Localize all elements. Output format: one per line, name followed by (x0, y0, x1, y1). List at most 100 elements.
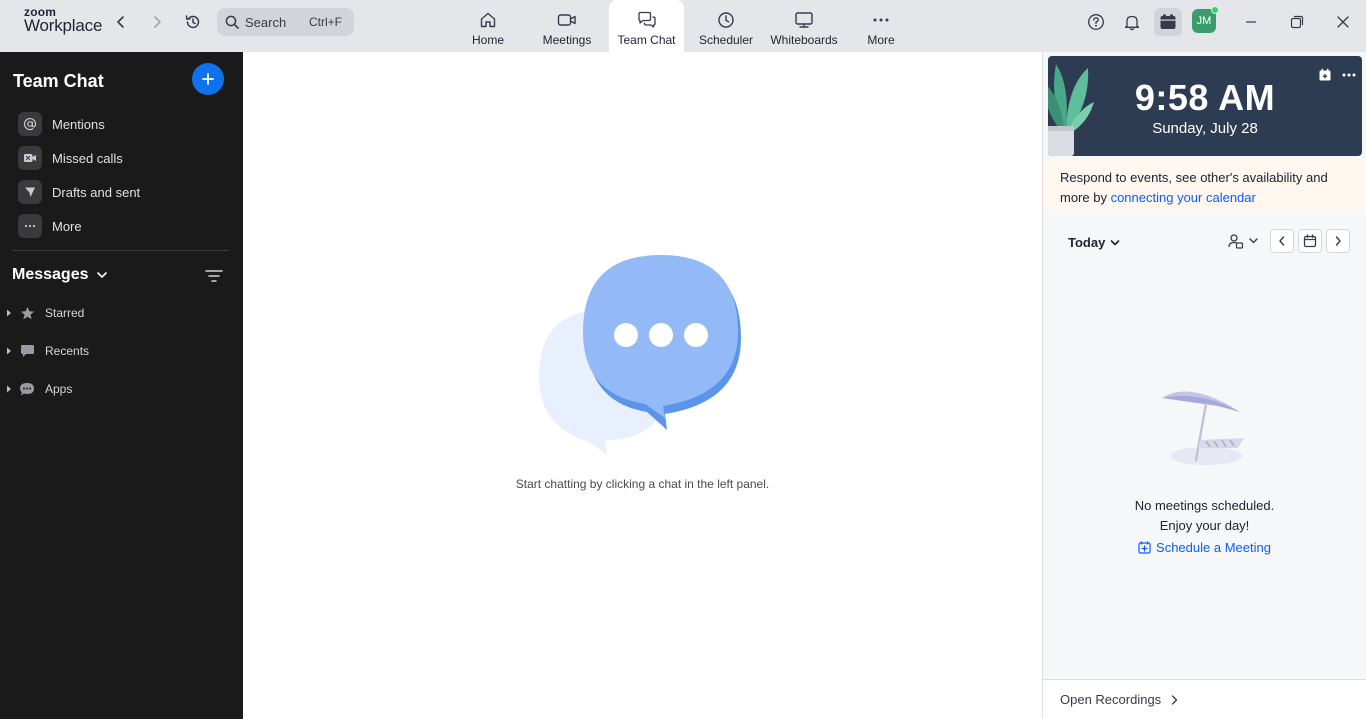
forward-arrow-icon[interactable] (145, 10, 169, 34)
chevron-right-icon (1335, 236, 1341, 246)
video-camera-settings-button[interactable] (1154, 8, 1182, 36)
video-camera-icon (555, 10, 579, 30)
no-meetings-line1: No meetings scheduled. (1134, 498, 1275, 513)
open-recordings-link[interactable]: Open Recordings (1060, 692, 1178, 707)
missed-video-icon (18, 146, 42, 170)
chevron-down-icon (96, 272, 107, 278)
tab-more[interactable]: More (862, 0, 900, 52)
calendar-add-icon (1138, 541, 1151, 554)
tab-team-chat[interactable]: Team Chat (609, 0, 684, 52)
sidebar-title: Team Chat (13, 71, 104, 91)
tree-item-label: Apps (45, 382, 73, 396)
schedule-meeting-link[interactable]: Schedule a Meeting (1043, 540, 1366, 555)
messages-header: Messages (12, 266, 89, 283)
calendar-owner-filter[interactable] (1227, 229, 1259, 253)
tab-team-chat-label: Team Chat (617, 33, 676, 47)
camera-icon (1160, 14, 1176, 29)
sidebar-item-missed-calls[interactable]: Missed calls (18, 146, 123, 170)
tab-meetings[interactable]: Meetings (538, 0, 596, 52)
tab-home-label: Home (471, 33, 504, 47)
filter-icon[interactable] (205, 269, 223, 285)
help-icon[interactable] (1084, 10, 1108, 34)
sidebar-item-label: Drafts and sent (52, 184, 141, 200)
online-status-dot (1211, 6, 1219, 14)
open-recordings-label: Open Recordings (1060, 692, 1162, 707)
tab-home[interactable]: Home (468, 0, 508, 52)
calendar-connect-notice: Respond to events, see other's availabil… (1043, 160, 1366, 212)
messages-section-toggle[interactable]: Messages (12, 266, 107, 284)
no-meetings-message: No meetings scheduled. Enjoy your day! (1043, 496, 1366, 536)
previous-day-button[interactable] (1270, 229, 1294, 253)
plus-icon (202, 73, 214, 85)
next-day-button[interactable] (1326, 229, 1350, 253)
tree-item-starred[interactable]: Starred (6, 303, 84, 323)
new-chat-button[interactable] (192, 63, 224, 95)
caret-right-icon (7, 309, 11, 317)
sidebar-item-label: Mentions (52, 116, 105, 132)
search-input[interactable]: Search Ctrl+F (217, 8, 354, 36)
home-icon (476, 10, 500, 30)
search-label: Search (245, 14, 287, 30)
avatar[interactable]: JM (1192, 6, 1219, 33)
tree-item-label: Starred (45, 306, 85, 320)
caret-right-icon (7, 385, 11, 393)
sidebar-divider (12, 250, 229, 251)
tab-meetings-label: Meetings (542, 33, 592, 47)
tab-scheduler-label: Scheduler (698, 33, 754, 47)
sidebar-item-mentions[interactable]: Mentions (18, 112, 105, 136)
more-dots-icon (18, 214, 42, 238)
back-arrow-icon[interactable] (109, 10, 133, 34)
sidebar-item-more[interactable]: More (18, 214, 82, 238)
whiteboard-icon (792, 10, 816, 30)
tab-whiteboards[interactable]: Whiteboards (769, 0, 839, 52)
tab-more-label: More (867, 33, 895, 47)
tree-item-label: Recents (45, 344, 90, 358)
tab-scheduler[interactable]: Scheduler (697, 0, 755, 52)
empty-chat-illustration (539, 255, 741, 455)
search-shortcut: Ctrl+F (309, 15, 342, 29)
connect-calendar-link[interactable]: connecting your calendar (1111, 190, 1256, 205)
sidebar-item-label: More (52, 218, 82, 234)
search-icon (225, 15, 239, 29)
day-selector-label: Today (1068, 235, 1106, 250)
right-panel: 9:58 AM Sunday, July 28 Respond to event… (1042, 52, 1366, 719)
more-options-icon[interactable] (1342, 73, 1356, 77)
logo-bottom-text: Workplace (24, 16, 103, 35)
notification-bell-icon[interactable] (1120, 10, 1144, 34)
chat-bubble-icon (19, 343, 35, 359)
zoom-workplace-logo: zoom Workplace (24, 6, 102, 34)
star-icon (19, 305, 35, 321)
chat-main-area: Start chatting by clicking a chat in the… (243, 52, 1042, 719)
top-bar: zoom Workplace Search Ctrl+F Home Meetin… (0, 0, 1366, 52)
person-calendar-icon (1228, 234, 1244, 249)
close-icon[interactable] (1331, 10, 1355, 34)
chevron-left-icon (1279, 236, 1285, 246)
chat-bubbles-icon (635, 10, 659, 30)
calendar-icon (1303, 234, 1317, 248)
schedule-meeting-label: Schedule a Meeting (1156, 540, 1271, 555)
sidebar-item-drafts-and-sent[interactable]: Drafts and sent (18, 180, 140, 204)
sidebar-item-label: Missed calls (52, 150, 123, 166)
chevron-down-icon (1249, 238, 1258, 244)
day-selector-dropdown[interactable]: Today (1068, 235, 1120, 250)
history-icon[interactable] (181, 10, 205, 34)
app-bubble-icon (19, 381, 35, 397)
caret-right-icon (7, 347, 11, 355)
minimize-icon[interactable] (1239, 10, 1263, 34)
calendar-picker-button[interactable] (1298, 229, 1322, 253)
avatar-initials: JM (1196, 15, 1212, 27)
no-meetings-line2: Enjoy your day! (1159, 518, 1250, 533)
tree-item-recents[interactable]: Recents (6, 341, 89, 361)
right-panel-footer: Open Recordings (1043, 679, 1366, 719)
tree-item-apps[interactable]: Apps (6, 379, 72, 399)
chevron-right-icon (1171, 694, 1178, 705)
restore-window-icon[interactable] (1285, 10, 1309, 34)
send-icon (18, 180, 42, 204)
calendar-add-icon[interactable] (1318, 68, 1332, 82)
clock-icon (714, 10, 738, 30)
clock-time: 9:58 AM (1134, 77, 1276, 118)
clock-card: 9:58 AM Sunday, July 28 (1048, 56, 1362, 156)
at-sign-icon (18, 112, 42, 136)
more-dots-icon (869, 10, 893, 30)
sidebar: Team Chat Mentions Missed calls Drafts a… (0, 52, 243, 719)
